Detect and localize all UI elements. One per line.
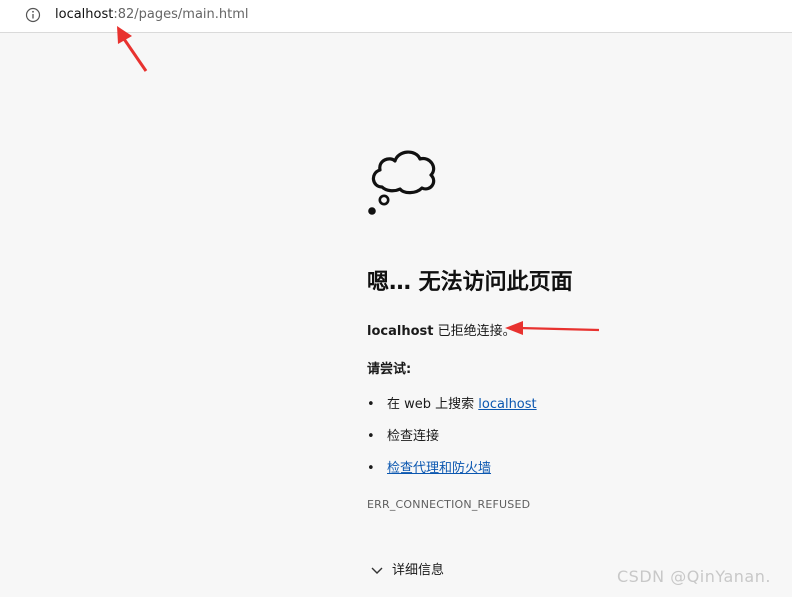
refused-message: localhost 已拒绝连接。 <box>367 320 516 339</box>
bullet: • <box>367 397 375 412</box>
suggestion-search-prefix: 在 web 上搜索 <box>387 397 479 412</box>
details-label: 详细信息 <box>392 563 445 578</box>
watermark: CSDN @QinYanan. <box>617 567 771 586</box>
suggestions-heading: 请尝试: <box>367 362 412 377</box>
search-localhost-link[interactable]: localhost <box>478 397 536 412</box>
page-title: 嗯… 无法访问此页面 <box>367 270 573 295</box>
suggestion-check-connection-text: 检查连接 <box>387 429 440 444</box>
chevron-down-icon <box>371 567 383 574</box>
url-field[interactable]: localhost:82/pages/main.html <box>55 7 249 22</box>
refused-host: localhost <box>367 324 434 339</box>
check-proxy-firewall-link[interactable]: 检查代理和防火墙 <box>387 461 491 476</box>
annotation-arrow-message <box>505 321 600 335</box>
bullet: • <box>367 461 375 476</box>
error-code: ERR_CONNECTION_REFUSED <box>367 498 531 511</box>
info-icon[interactable] <box>25 7 41 23</box>
url-path: :82/pages/main.html <box>113 7 249 22</box>
details-toggle[interactable]: 详细信息 <box>370 559 444 578</box>
url-host: localhost <box>55 7 114 22</box>
bullet: • <box>367 429 375 444</box>
suggestion-search: • 在 web 上搜索 localhost <box>367 393 537 412</box>
thought-cloud-icon <box>368 150 436 215</box>
suggestion-proxy-firewall: • 检查代理和防火墙 <box>367 457 491 476</box>
suggestion-check-connection: • 检查连接 <box>367 425 439 444</box>
annotation-arrow-port <box>117 26 148 72</box>
